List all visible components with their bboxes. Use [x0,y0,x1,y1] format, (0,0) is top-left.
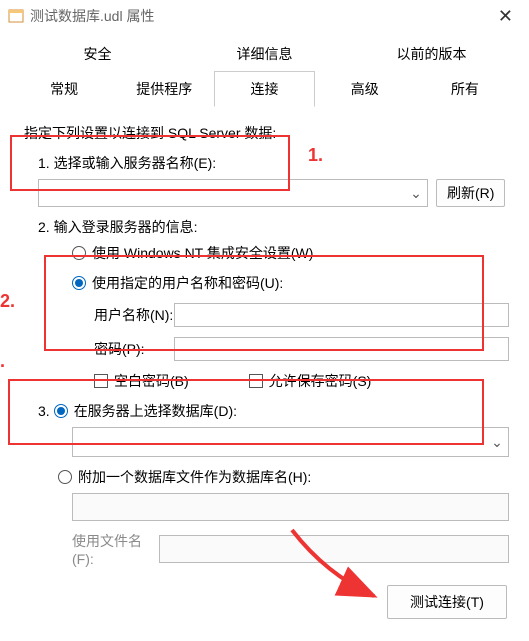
label-password: 密码(P): [94,339,174,359]
label-login: 2. 输入登录服务器的信息: [38,217,509,237]
window-title: 测试数据库.udl 属性 [30,6,490,26]
tab-strip: 安全 详细信息 以前的版本 常规 提供程序 连接 高级 所有 [0,32,529,107]
radio-attach-file[interactable]: 附加一个数据库文件作为数据库名(H): [58,467,311,487]
radio-attach-label: 附加一个数据库文件作为数据库名(H): [78,467,311,487]
chevron-down-icon: ⌄ [405,185,427,202]
file-icon [8,8,24,24]
tab-advanced[interactable]: 高级 [315,71,415,107]
radio-select-db-label: 在服务器上选择数据库(D): [74,401,237,421]
section-login: 2. 输入登录服务器的信息: 使用 Windows NT 集成安全设置(W) 使… [38,217,509,391]
radio-pw-label: 使用指定的用户名称和密码(U): [92,273,283,293]
radio-icon [54,404,68,418]
label-filename: 使用文件名(F): [72,531,159,567]
database-combo[interactable]: ⌄ [72,427,509,457]
server-combo[interactable]: ⌄ [38,179,428,207]
radio-icon [58,470,72,484]
tab-security[interactable]: 安全 [14,36,181,72]
checkbox-blank-pwd[interactable]: 空白密码(B) [94,371,189,391]
username-input[interactable] [174,303,509,327]
tab-general[interactable]: 常规 [14,71,114,107]
tab-content: 指定下列设置以连接到 SQL Server 数据: 1. 选择或输入服务器名称(… [0,107,529,567]
annotation-num-1: 1. [308,145,323,166]
checkbox-save-pwd[interactable]: 允许保存密码(S) [249,371,372,391]
filename-input [159,535,509,563]
radio-nt-auth[interactable]: 使用 Windows NT 集成安全设置(W) [72,243,509,263]
save-pwd-label: 允许保存密码(S) [269,371,372,391]
tab-connection[interactable]: 连接 [214,71,314,107]
close-icon[interactable]: ✕ [490,3,521,29]
radio-icon [72,276,86,290]
section-server: 1. 选择或输入服务器名称(E): ⌄ 刷新(R) [38,153,509,207]
label-server: 1. 选择或输入服务器名称(E): [38,153,509,173]
blank-pwd-label: 空白密码(B) [114,371,189,391]
checkbox-icon [94,374,108,388]
chevron-down-icon: ⌄ [486,434,508,451]
radio-icon [72,246,86,260]
test-connection-button[interactable]: 测试连接(T) [387,585,507,619]
annotation-num-2: 2. [0,291,15,312]
tab-all[interactable]: 所有 [415,71,515,107]
section-database: 3. 在服务器上选择数据库(D): ⌄ 附加一个数据库文件作为数据库名(H): … [38,401,509,567]
checkbox-icon [249,374,263,388]
radio-nt-label: 使用 Windows NT 集成安全设置(W) [92,243,313,263]
radio-select-db[interactable]: 在服务器上选择数据库(D): [54,401,237,421]
annotation-num-3: 3. [0,351,5,372]
attach-path-input [72,493,509,521]
radio-userpwd-auth[interactable]: 使用指定的用户名称和密码(U): [72,273,509,293]
tab-details[interactable]: 详细信息 [181,36,348,72]
tab-previous-versions[interactable]: 以前的版本 [348,36,515,72]
s3-prefix: 3. [38,403,50,419]
titlebar: 测试数据库.udl 属性 ✕ [0,0,529,32]
label-username: 用户名称(N): [94,305,174,325]
tab-provider[interactable]: 提供程序 [114,71,214,107]
password-input[interactable] [174,337,509,361]
instruction-text: 指定下列设置以连接到 SQL Server 数据: [24,123,509,143]
refresh-button[interactable]: 刷新(R) [436,179,505,207]
